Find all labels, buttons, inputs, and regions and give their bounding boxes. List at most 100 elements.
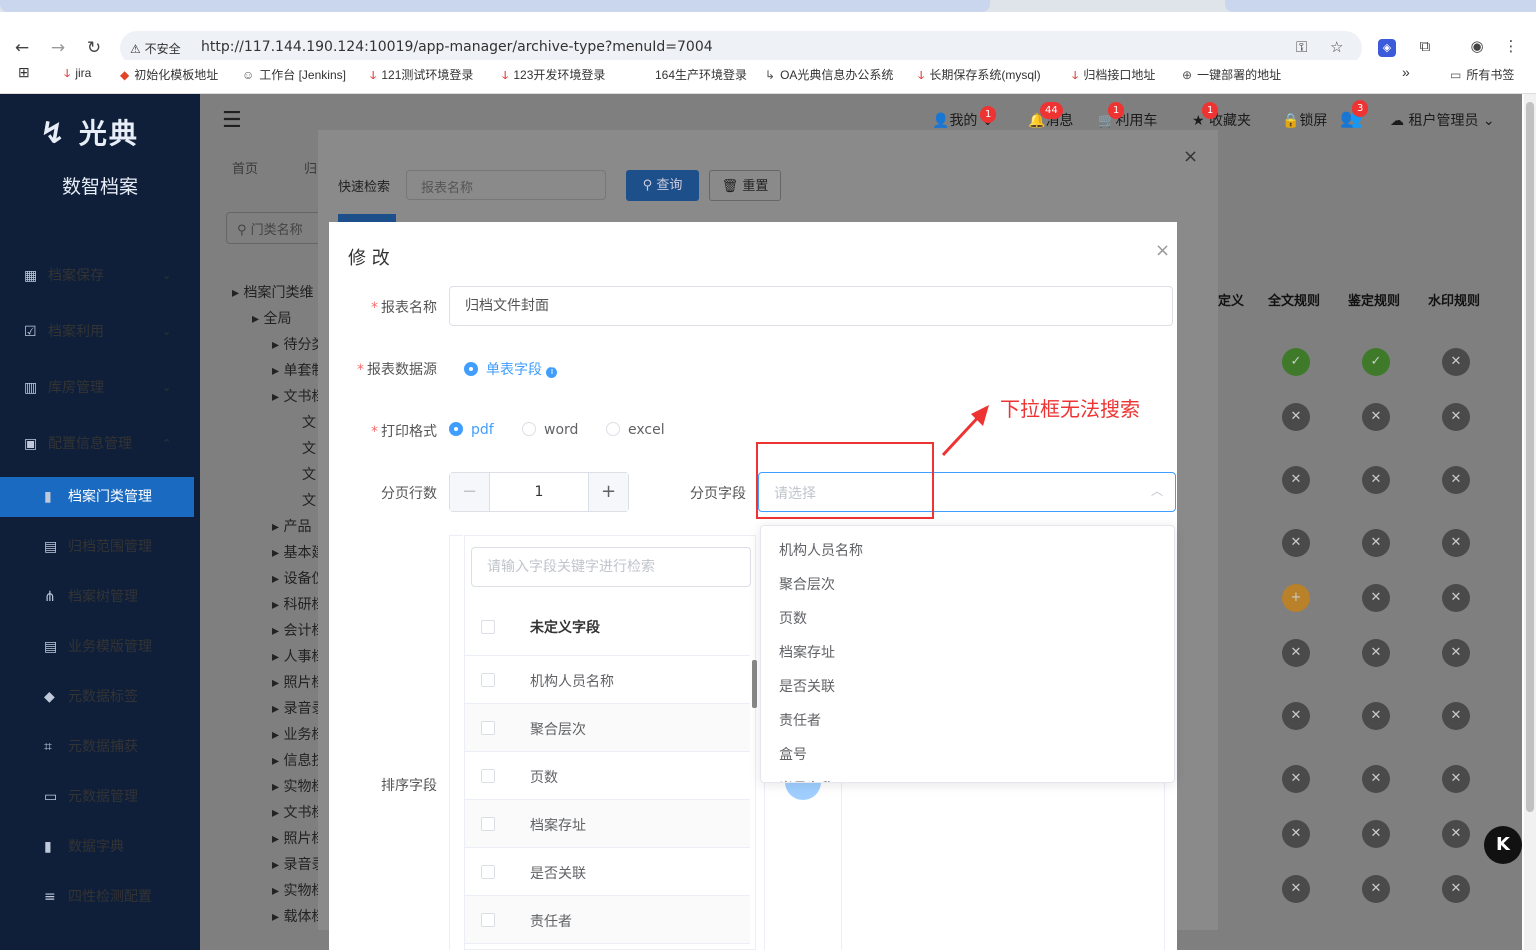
tree-node[interactable]: 文 [302, 490, 316, 510]
report-search-input[interactable]: 报表名称 [406, 170, 606, 200]
bookmark-longterm[interactable]: ↆ 长期保存系统(mysql) [918, 66, 1041, 83]
bookmark-164[interactable]: 164生产环境登录 [655, 66, 747, 83]
rule-status-icon[interactable]: ✕ [1282, 403, 1310, 431]
rule-status-icon[interactable]: ✕ [1362, 820, 1390, 848]
tree-node[interactable]: 文 [302, 438, 316, 458]
hamburger-icon[interactable]: ☰ [222, 108, 242, 133]
tree-node[interactable]: ▸ 全局 [252, 308, 291, 328]
tree-node[interactable]: 文 [302, 412, 316, 432]
active-tab[interactable] [0, 0, 990, 12]
forward-icon[interactable]: → [46, 36, 70, 60]
bookmark-deploy[interactable]: ⊕ 一键部署的地址 [1182, 66, 1281, 83]
rule-status-icon[interactable]: ✕ [1282, 820, 1310, 848]
sidebar-item-7[interactable]: ▤ 业务模版管理 [0, 627, 200, 667]
sidebar-item-11[interactable]: ▮ 数据字典 [0, 827, 200, 867]
header-cart[interactable]: 🛒利用车 [1098, 110, 1157, 130]
bookmark-jira[interactable]: ↆ jira [64, 66, 91, 81]
header-lock[interactable]: 🔒锁屏 [1282, 110, 1327, 130]
rule-status-icon[interactable]: ✕ [1362, 765, 1390, 793]
security-warning[interactable]: ⚠ 不安全 [130, 40, 181, 57]
star-icon[interactable]: ☆ [1330, 38, 1343, 56]
datasource-radio-single-table[interactable]: 单表字段 i [464, 359, 558, 379]
back-icon[interactable]: ← [10, 36, 34, 60]
transfer-row[interactable]: 责任者 [465, 896, 750, 944]
rule-status-icon[interactable]: + [1282, 584, 1310, 612]
header-favorites[interactable]: ★ 收藏夹 [1192, 110, 1251, 130]
bookmark-template[interactable]: ◆ 初始化模板地址 [120, 66, 218, 83]
apps-icon[interactable]: ⊞ [18, 64, 30, 81]
all-bookmarks[interactable]: ▭ 所有书签 [1450, 66, 1514, 83]
sidebar-item-3[interactable]: ▣ 配置信息管理 ⌃ [0, 424, 200, 464]
info-icon[interactable]: i [546, 367, 558, 378]
sidebar-item-8[interactable]: ◆ 元数据标签 [0, 677, 200, 717]
category-search[interactable]: ⚲ 门类名称 [226, 212, 326, 244]
rule-status-icon[interactable]: ✕ [1282, 529, 1310, 557]
tab-active[interactable] [338, 214, 396, 222]
report-name-input[interactable]: 归档文件封面 [449, 286, 1173, 326]
transfer-row[interactable]: 页数 [465, 752, 750, 800]
rule-status-icon[interactable]: ✕ [1282, 466, 1310, 494]
dropdown-option[interactable]: 聚合层次 [779, 574, 835, 594]
tree-node[interactable]: ▸ 档案门类维 [232, 282, 313, 302]
print-format-pdf[interactable]: pdf [449, 422, 494, 438]
rule-status-icon[interactable]: ✕ [1442, 584, 1470, 612]
puzzle-icon[interactable]: ⧉ [1414, 37, 1436, 59]
rule-status-icon[interactable]: ✕ [1362, 639, 1390, 667]
tab-other[interactable]: 归 [304, 158, 317, 177]
rule-status-icon[interactable]: ✕ [1362, 529, 1390, 557]
rule-status-icon[interactable]: ✕ [1282, 639, 1310, 667]
transfer-row[interactable]: 聚合层次 [465, 704, 750, 752]
rule-status-icon[interactable]: ✓ [1282, 348, 1310, 376]
bookmark-121[interactable]: ↆ 121测试环境登录 [370, 66, 473, 83]
rule-status-icon[interactable]: ✕ [1362, 466, 1390, 494]
row-checkbox[interactable] [481, 673, 495, 687]
dropdown-option[interactable]: 是否关联 [779, 676, 835, 696]
close-icon[interactable]: × [1155, 240, 1170, 261]
bookmark-oa[interactable]: ↳ OA光典信息办公系统 [765, 66, 893, 83]
print-format-word[interactable]: word [522, 422, 578, 438]
sidebar-item-4[interactable]: ▮ 档案门类管理 [0, 477, 194, 517]
rule-status-icon[interactable]: ✕ [1362, 875, 1390, 903]
page-scrollbar[interactable] [1524, 94, 1536, 950]
sidebar-item-5[interactable]: ▤ 归档范围管理 [0, 527, 200, 567]
sidebar-item-10[interactable]: ▭ 元数据管理 [0, 777, 200, 817]
rule-status-icon[interactable]: ✕ [1442, 403, 1470, 431]
rule-status-icon[interactable]: ✕ [1442, 466, 1470, 494]
page-rows-value[interactable]: 1 [490, 473, 588, 511]
dropdown-option[interactable]: 责任者 [779, 710, 821, 730]
dropdown-option[interactable]: 页数 [779, 608, 807, 628]
menu-icon[interactable]: ⋮ [1500, 37, 1522, 59]
rule-status-icon[interactable]: ✕ [1362, 584, 1390, 612]
dropdown-option[interactable]: 盒号 [779, 744, 807, 764]
sidebar-item-12[interactable]: ≡ 四性检测配置 [0, 877, 200, 917]
reload-icon[interactable]: ↻ [82, 36, 106, 60]
transfer-scrollbar[interactable] [752, 660, 757, 708]
rule-status-icon[interactable]: ✕ [1442, 820, 1470, 848]
rule-status-icon[interactable]: ✕ [1442, 639, 1470, 667]
rule-status-icon[interactable]: ✕ [1282, 875, 1310, 903]
tree-node[interactable]: 文 [302, 464, 316, 484]
url-text[interactable]: http://117.144.190.124:10019/app-manager… [201, 39, 713, 55]
header-tenant[interactable]: ☁ 租户管理员 ⌄ [1390, 110, 1495, 130]
query-button[interactable]: ⚲ 查询 [626, 170, 699, 201]
sidebar-item-1[interactable]: ☑ 档案利用 ⌄ [0, 312, 200, 352]
transfer-move-button[interactable] [785, 780, 821, 800]
tree-node[interactable]: ▸ 产品 [272, 516, 311, 536]
sidebar-item-0[interactable]: ▦ 档案保存 ⌄ [0, 256, 200, 296]
row-checkbox[interactable] [481, 721, 495, 735]
dropdown-option[interactable]: 机构人员名称 [779, 540, 863, 560]
decrement-button[interactable]: − [450, 473, 490, 511]
tab-home[interactable]: 首页 [232, 158, 258, 177]
row-checkbox[interactable] [481, 769, 495, 783]
rule-status-icon[interactable]: ✕ [1442, 702, 1470, 730]
rule-status-icon[interactable]: ✓ [1362, 348, 1390, 376]
extension-icon[interactable]: ◈ [1378, 39, 1396, 57]
rule-status-icon[interactable]: ✕ [1282, 765, 1310, 793]
browser-tab[interactable] [1225, 0, 1536, 12]
increment-button[interactable]: + [588, 473, 628, 511]
sidebar-item-6[interactable]: ⋔ 档案树管理 [0, 577, 200, 617]
bookmark-jenkins[interactable]: ☺ 工作台 [Jenkins] [242, 66, 346, 83]
row-checkbox[interactable] [481, 865, 495, 879]
rule-status-icon[interactable]: ✕ [1442, 529, 1470, 557]
row-checkbox[interactable] [481, 817, 495, 831]
